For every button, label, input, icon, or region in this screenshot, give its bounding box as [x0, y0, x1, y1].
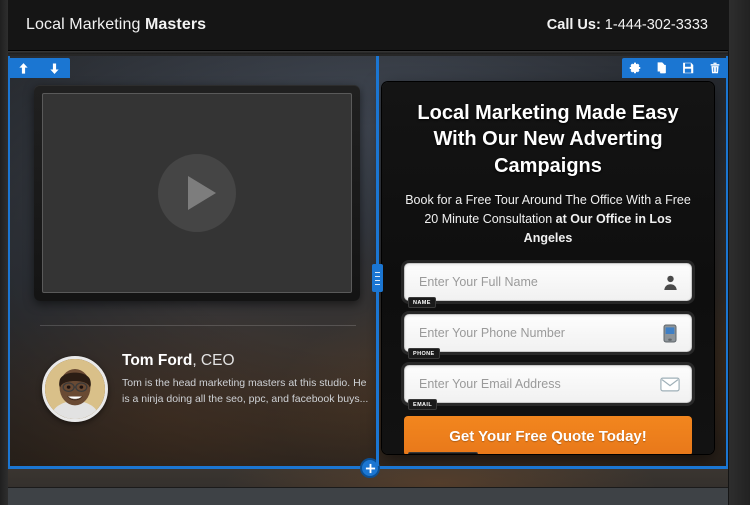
page-editor-canvas: Local Marketing Masters Call Us: 1-444-3…: [0, 0, 750, 505]
cta-tag: SUBMITS THE PAGE: [408, 452, 479, 454]
move-down-icon[interactable]: [47, 61, 62, 76]
plus-icon: [365, 463, 375, 473]
gear-icon[interactable]: [628, 61, 642, 75]
column-resize-handle[interactable]: [372, 56, 383, 466]
right-column-optin[interactable]: Local Marketing Made Easy With Our New A…: [382, 82, 714, 454]
divider: [40, 325, 356, 326]
selected-section[interactable]: Tom Ford, CEO Tom is the head marketing …: [8, 56, 728, 468]
submit-button[interactable]: Get Your Free Quote Today!: [404, 416, 692, 454]
email-input[interactable]: [404, 365, 692, 404]
envelope-icon: [660, 374, 680, 394]
form-headline: Local Marketing Made Easy With Our New A…: [417, 102, 679, 177]
save-icon[interactable]: [681, 61, 695, 75]
brand-prefix: Local Marketing: [26, 16, 145, 33]
avatar: [42, 356, 108, 422]
form-subheadline: Book for a Free Tour Around The Office W…: [404, 191, 692, 247]
testimonial-name-line: Tom Ford, CEO: [122, 352, 370, 370]
trash-icon[interactable]: [708, 61, 722, 75]
testimonial-role: , CEO: [192, 352, 235, 369]
testimonial-body: Tom Ford, CEO Tom is the head marketing …: [122, 352, 370, 408]
site-header[interactable]: Local Marketing Masters Call Us: 1-444-3…: [8, 0, 728, 51]
play-button[interactable]: [158, 154, 236, 232]
editor-status-bar: [8, 487, 728, 505]
field-row-phone[interactable]: PHONE: [404, 314, 692, 360]
full-name-input[interactable]: [404, 263, 692, 302]
field-row-email[interactable]: EMAIL: [404, 365, 692, 411]
field-tag-email: EMAIL: [408, 399, 438, 411]
call-us-label: Call Us:: [546, 17, 605, 33]
section-tools-toolbar[interactable]: [622, 58, 728, 78]
mobile-phone-icon: [660, 323, 680, 343]
play-icon: [187, 176, 216, 210]
brand-strong: Masters: [145, 16, 207, 33]
section-move-toolbar[interactable]: [8, 58, 70, 78]
phone-input[interactable]: [404, 314, 692, 353]
grip-lines: [375, 270, 380, 286]
cta-row[interactable]: Get Your Free Quote Today! SUBMITS THE P…: [404, 416, 692, 454]
editor-right-gutter[interactable]: [728, 0, 750, 505]
field-tag-phone: PHONE: [408, 348, 440, 360]
user-icon: [660, 272, 680, 292]
editor-left-gutter: [0, 0, 8, 505]
testimonial-name: Tom Ford: [122, 352, 193, 369]
field-row-name[interactable]: NAME: [404, 263, 692, 309]
call-us-number: 1-444-302-3333: [604, 17, 708, 33]
site-brand: Local Marketing Masters: [26, 16, 206, 34]
header-underline: [8, 51, 728, 54]
duplicate-icon[interactable]: [655, 61, 669, 75]
left-column[interactable]: Tom Ford, CEO Tom is the head marketing …: [22, 82, 372, 454]
field-tag-name: NAME: [408, 297, 436, 309]
move-up-icon[interactable]: [16, 61, 31, 76]
call-us-block: Call Us: 1-444-302-3333: [547, 17, 708, 33]
video-screen[interactable]: [42, 93, 352, 293]
testimonial-bio: Tom is the head marketing masters at thi…: [122, 377, 369, 406]
video-widget[interactable]: [34, 85, 360, 301]
column-resize-grip[interactable]: [372, 264, 383, 292]
